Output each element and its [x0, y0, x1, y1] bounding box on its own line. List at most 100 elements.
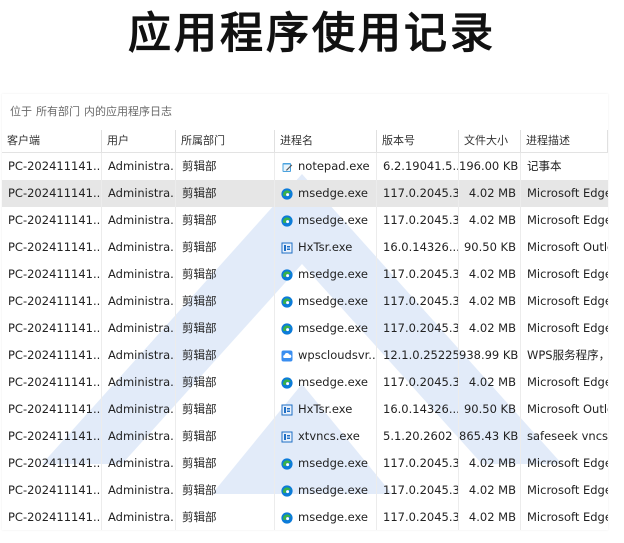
- cell-process: msedge.exe: [275, 315, 377, 342]
- breadcrumb-department-link[interactable]: 所有部门: [36, 105, 80, 118]
- table-row[interactable]: PC-202411141... Administra... 剪辑部 HxTsr.exe…: [2, 396, 608, 423]
- cell-version: 117.0.2045.36: [377, 504, 459, 530]
- process-name: msedge.exe: [298, 510, 368, 524]
- cell-process: wpscloudsvr...: [275, 342, 377, 369]
- cell-department: 剪辑部: [176, 207, 275, 234]
- process-name: msedge.exe: [298, 294, 368, 308]
- cell-description: Microsoft Edge: [527, 483, 608, 497]
- cell-description: Microsoft Edge: [527, 375, 608, 389]
- hxtsr-icon: [281, 404, 293, 416]
- table-row[interactable]: PC-202411141... Administra... 剪辑部 msedge.ex…: [2, 288, 608, 315]
- column-header-department[interactable]: 所属部门: [176, 130, 275, 152]
- column-header-process[interactable]: 进程名: [275, 130, 377, 152]
- process-name: msedge.exe: [298, 456, 368, 470]
- cell-department: 剪辑部: [176, 450, 275, 477]
- cell-user: Administra...: [102, 342, 176, 369]
- cell-user: Administra...: [102, 369, 176, 396]
- cell-size: 4.02 MB: [459, 207, 521, 234]
- cell-process: msedge.exe: [275, 180, 377, 207]
- table-row[interactable]: PC-202411141... Administra... 剪辑部 HxTsr.exe…: [2, 234, 608, 261]
- cell-description: Microsoft Edge: [527, 510, 608, 524]
- cell-department: 剪辑部: [176, 234, 275, 261]
- cell-client: PC-202411141...: [2, 369, 102, 396]
- cell-size: 196.00 KB: [459, 153, 521, 180]
- table-header: 客户端 用户 所属部门 进程名 版本号 文件大小 进程描述: [2, 130, 608, 153]
- cell-client: PC-202411141...: [2, 315, 102, 342]
- cell-version: 6.2.19041.5...: [377, 153, 459, 180]
- cell-department: 剪辑部: [176, 261, 275, 288]
- table-row[interactable]: PC-202411141... Administra... 剪辑部 msedge.ex…: [2, 369, 608, 396]
- cell-user: Administra...: [102, 153, 176, 180]
- cell-size: 4.02 MB: [459, 369, 521, 396]
- column-header-client[interactable]: 客户端: [2, 130, 102, 152]
- cell-size: 4.02 MB: [459, 477, 521, 504]
- cell-description: Microsoft Edge: [527, 294, 608, 308]
- cell-department: 剪辑部: [176, 396, 275, 423]
- cell-size: 4.02 MB: [459, 288, 521, 315]
- cell-department: 剪辑部: [176, 153, 275, 180]
- table-row[interactable]: PC-202411141... Administra... 剪辑部 xtvncs.ex…: [2, 423, 608, 450]
- edge-icon: [281, 214, 293, 227]
- process-name: msedge.exe: [298, 267, 368, 281]
- cell-department: 剪辑部: [176, 315, 275, 342]
- cell-department: 剪辑部: [176, 288, 275, 315]
- table-row[interactable]: PC-202411141... Administra... 剪辑部 notepad.e…: [2, 153, 608, 180]
- cell-user: Administra...: [102, 450, 176, 477]
- app-log-table: 客户端 用户 所属部门 进程名 版本号 文件大小 进程描述 PC-2024111…: [2, 130, 608, 530]
- cell-version: 16.0.14326...: [377, 396, 459, 423]
- page-title: 应用程序使用记录: [128, 9, 496, 59]
- cell-user: Administra...: [102, 396, 176, 423]
- cell-client: PC-202411141...: [2, 396, 102, 423]
- cell-size: 4.02 MB: [459, 180, 521, 207]
- cell-user: Administra...: [102, 288, 176, 315]
- cell-client: PC-202411141...: [2, 180, 102, 207]
- cell-user: Administra...: [102, 423, 176, 450]
- cell-version: 5.1.20.2602: [377, 423, 459, 450]
- cell-department: 剪辑部: [176, 342, 275, 369]
- cell-user: Administra...: [102, 315, 176, 342]
- cell-size: 865.43 KB: [459, 423, 521, 450]
- cell-department: 剪辑部: [176, 369, 275, 396]
- cell-description: 记事本: [527, 159, 562, 173]
- cell-process: msedge.exe: [275, 477, 377, 504]
- cell-client: PC-202411141...: [2, 261, 102, 288]
- cell-description: Microsoft Edge: [527, 267, 608, 281]
- table-row[interactable]: PC-202411141... Administra... 剪辑部 msedge.ex…: [2, 477, 608, 504]
- cell-description: Microsoft Edge: [527, 456, 608, 470]
- notepad-icon: [281, 161, 293, 173]
- table-row[interactable]: PC-202411141... Administra... 剪辑部 msedge.ex…: [2, 315, 608, 342]
- cell-version: 117.0.2045.36: [377, 207, 459, 234]
- process-name: msedge.exe: [298, 321, 368, 335]
- process-name: HxTsr.exe: [298, 402, 353, 416]
- cell-size: 90.50 KB: [459, 234, 521, 261]
- cell-client: PC-202411141...: [2, 504, 102, 530]
- breadcrumb-part: 位于: [10, 105, 32, 118]
- cell-process: msedge.exe: [275, 207, 377, 234]
- column-header-version[interactable]: 版本号: [377, 130, 459, 152]
- cell-user: Administra...: [102, 207, 176, 234]
- cell-process: msedge.exe: [275, 261, 377, 288]
- process-name: xtvncs.exe: [298, 429, 360, 443]
- table-row[interactable]: PC-202411141... Administra... 剪辑部 msedge.ex…: [2, 450, 608, 477]
- table-row[interactable]: PC-202411141... Administra... 剪辑部 msedge.ex…: [2, 180, 608, 207]
- cell-client: PC-202411141...: [2, 207, 102, 234]
- cell-process: msedge.exe: [275, 450, 377, 477]
- column-header-size[interactable]: 文件大小: [459, 130, 521, 152]
- cell-version: 117.0.2045.36: [377, 261, 459, 288]
- edge-icon: [281, 511, 293, 524]
- cell-client: PC-202411141...: [2, 477, 102, 504]
- table-row[interactable]: PC-202411141... Administra... 剪辑部 msedge.ex…: [2, 207, 608, 234]
- cell-size: 4.02 MB: [459, 315, 521, 342]
- cell-version: 12.1.0.25225: [377, 342, 459, 369]
- process-name: msedge.exe: [298, 213, 368, 227]
- table-row[interactable]: PC-202411141... Administra... 剪辑部 wpsclouds…: [2, 342, 608, 369]
- table-row[interactable]: PC-202411141... Administra... 剪辑部 msedge.ex…: [2, 261, 608, 288]
- cell-size: 90.50 KB: [459, 396, 521, 423]
- column-header-description[interactable]: 进程描述: [521, 130, 608, 152]
- cell-description: Microsoft Edge: [527, 321, 608, 335]
- table-row[interactable]: PC-202411141... Administra... 剪辑部 msedge.ex…: [2, 504, 608, 530]
- cell-version: 16.0.14326...: [377, 234, 459, 261]
- column-header-user[interactable]: 用户: [102, 130, 176, 152]
- cell-version: 117.0.2045.36: [377, 369, 459, 396]
- cell-version: 117.0.2045.36: [377, 288, 459, 315]
